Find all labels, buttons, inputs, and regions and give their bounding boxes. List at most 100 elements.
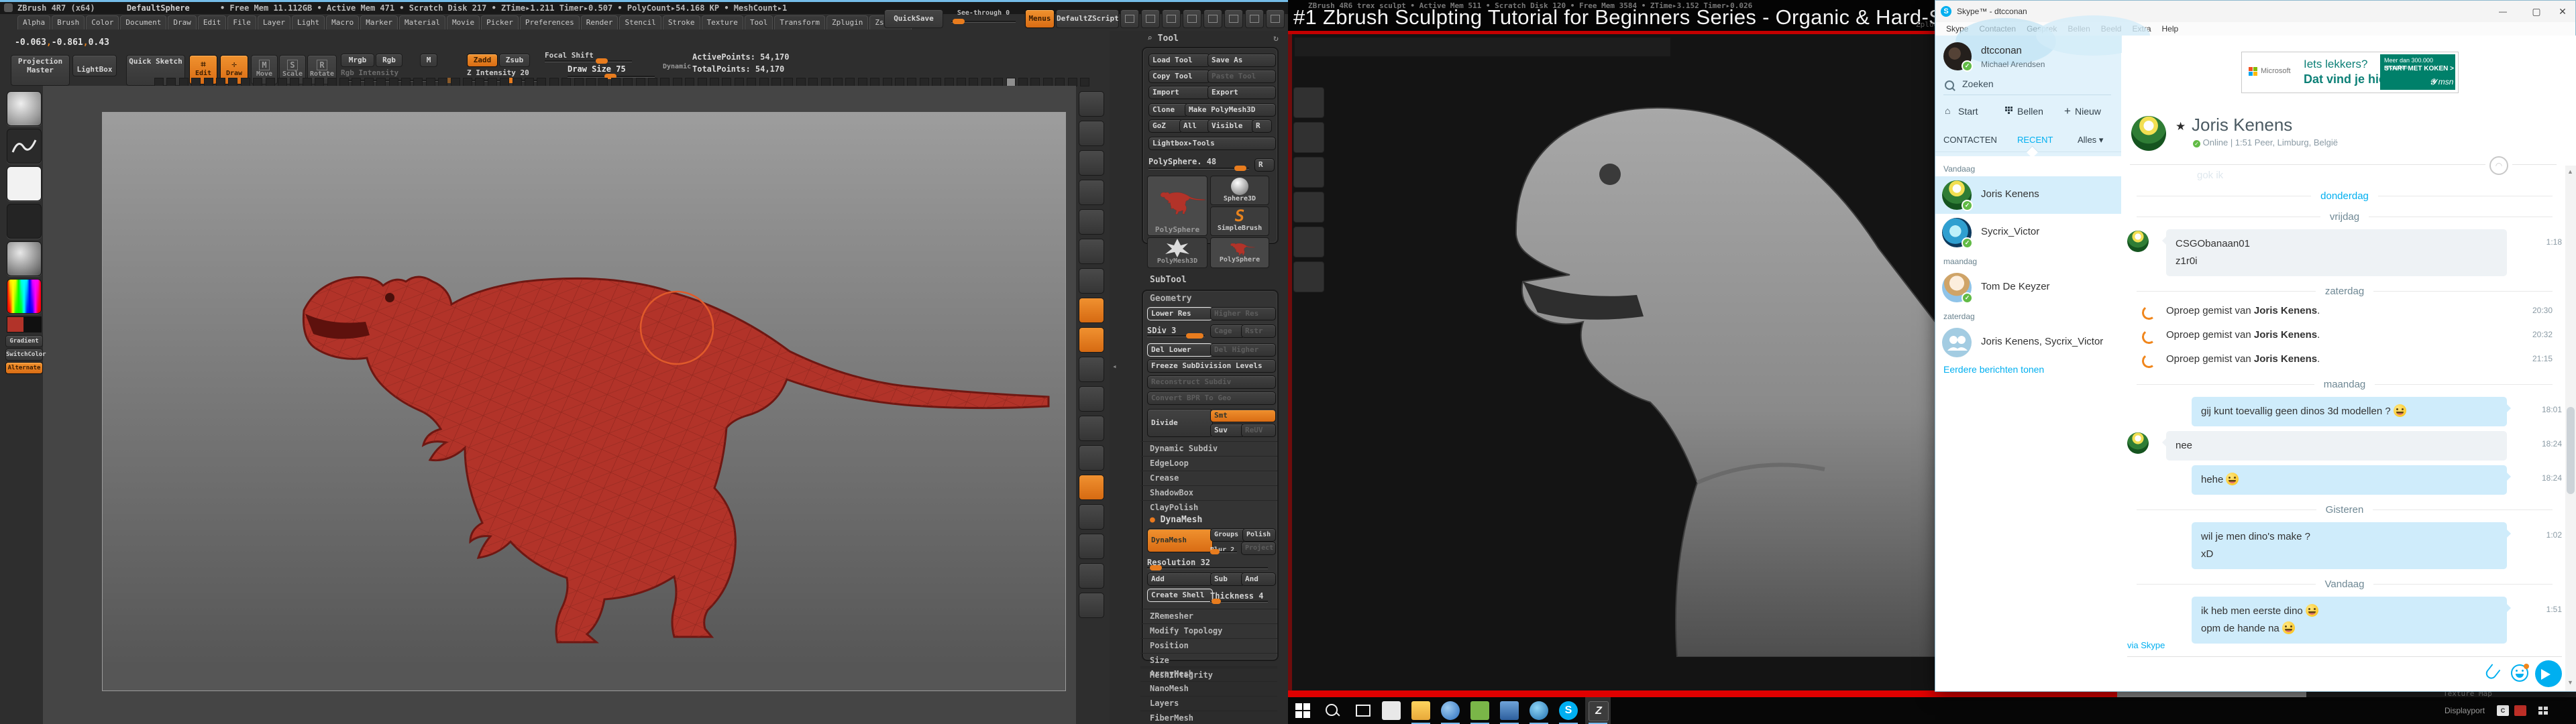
focal-shift-knob[interactable] [596, 58, 608, 64]
rgb-intensity-slider[interactable]: Rgb Intensity [341, 68, 455, 77]
paste-tool-button[interactable]: Paste Tool [1208, 70, 1276, 83]
subtool-section[interactable]: SubTool [1150, 275, 1187, 285]
zadd-button[interactable]: Zadd [467, 54, 498, 67]
visible-button[interactable]: Visible [1208, 119, 1254, 133]
reuv-button[interactable]: ReUV [1241, 424, 1276, 437]
nav-forward-icon[interactable] [1141, 9, 1160, 28]
blur-knob[interactable] [1210, 549, 1220, 554]
menu-transform[interactable]: Transform [774, 15, 825, 29]
favorite-star-icon[interactable]: ★ [2176, 120, 2186, 133]
add-button[interactable]: Add [1147, 572, 1213, 586]
ad-banner[interactable]: Microsoft Iets lekkers? Dat vind je hier… [2241, 52, 2459, 93]
menu-stencil[interactable]: Stencil [619, 15, 661, 29]
dynamesh-button[interactable]: DynaMesh [1147, 528, 1213, 552]
menu-light[interactable]: Light [292, 15, 325, 29]
blur-slider[interactable]: Blur 2 [1210, 542, 1237, 554]
z-intensity-slider[interactable]: Z Intensity 20 [467, 68, 539, 77]
alpha-thumbnail[interactable] [7, 166, 42, 201]
lock-icon[interactable] [1203, 9, 1222, 28]
thickness-slider[interactable]: Thickness 4 [1210, 589, 1268, 601]
right-shelf-icon[interactable] [1079, 180, 1104, 205]
projection-master-button[interactable]: Projection Master [11, 55, 70, 86]
menu-render[interactable]: Render [581, 15, 619, 29]
resolution-knob[interactable] [1150, 565, 1162, 570]
geometry-section[interactable]: Geometry [1150, 294, 1192, 304]
green-app[interactable] [1470, 701, 1489, 720]
palette-section-layers[interactable]: Layers [1140, 696, 1277, 710]
contact-row-group[interactable]: Joris Kenens, Sycrix_Victor [1935, 324, 2121, 361]
lower-res-button[interactable]: Lower Res [1147, 307, 1213, 320]
close-doc-icon[interactable] [1266, 9, 1285, 28]
section-shadowbox[interactable]: ShadowBox [1140, 485, 1277, 499]
texture-thumbnail[interactable] [7, 204, 42, 239]
mrgb-button[interactable]: Mrgb [341, 54, 374, 67]
see-through-knob[interactable] [953, 19, 965, 24]
contact-row[interactable]: ✓Tom De Keyzer [1935, 269, 2121, 306]
tab-recent[interactable]: RECENT [2017, 135, 2053, 145]
menu-zplugin[interactable]: Zplugin [826, 15, 868, 29]
tab-contacten[interactable]: CONTACTEN [1943, 135, 1997, 145]
search-button[interactable] [1323, 701, 1342, 720]
palette-restore-icon[interactable]: ↻ [1273, 34, 1279, 44]
right-shelf-icon[interactable] [1079, 121, 1104, 146]
reconstruct-subdiv-button[interactable]: Reconstruct Subdiv [1147, 375, 1276, 389]
skype-app[interactable]: S [1559, 701, 1578, 720]
message-bubble[interactable]: CSGObanaan01z1r0i [2166, 229, 2507, 276]
right-shelf-icon[interactable] [1079, 504, 1104, 530]
dynamic-label[interactable]: Dynamic [663, 63, 691, 70]
divide-button[interactable]: Divide [1147, 409, 1213, 437]
menu-preferences[interactable]: Preferences [520, 15, 580, 29]
right-shelf-icon[interactable] [1079, 593, 1104, 618]
contact-avatar-large[interactable] [2131, 116, 2166, 151]
tray-collapse-arrow[interactable]: ◂ [1112, 362, 1117, 371]
active-tool-slider[interactable]: PolySphere. 48 R [1148, 154, 1268, 167]
quicksave-button[interactable]: QuickSave [884, 9, 943, 28]
gradient-toggle[interactable]: Gradient [5, 335, 43, 347]
skype-menu-help[interactable]: Help [2162, 22, 2179, 36]
del-lower-button[interactable]: Del Lower [1147, 343, 1213, 357]
del-higher-button[interactable]: Del Higher [1210, 343, 1276, 357]
menu-brush[interactable]: Brush [52, 15, 85, 29]
menu-color[interactable]: Color [86, 15, 119, 29]
all-button[interactable]: All [1179, 119, 1212, 133]
message-bubble[interactable]: ik heb men eerste dinoopm de hande na [2192, 597, 2507, 644]
tool-r-button[interactable]: R [1254, 158, 1275, 172]
skype-titlebar[interactable]: S Skype™ - dtcconan — ▢ ✕ [1935, 1, 2575, 22]
menu-material[interactable]: Material [399, 15, 445, 29]
emoticon-picker-icon[interactable] [2511, 664, 2528, 682]
focal-shift-slider[interactable]: Focal Shift [545, 51, 632, 60]
chat-scrollbar[interactable]: ▲ ▼ [2565, 166, 2576, 691]
make-polymesh3d-button[interactable]: Make PolyMesh3D [1185, 103, 1276, 117]
nav-bellen[interactable]: Bellen [2017, 106, 2043, 117]
start-button[interactable] [1293, 701, 1312, 720]
menus-toggle-button[interactable]: Menus [1025, 9, 1055, 28]
menu-alpha[interactable]: Alpha [17, 15, 50, 29]
dynamesh-section[interactable]: ● DynaMesh [1150, 515, 1202, 525]
material-thumbnail[interactable] [7, 241, 42, 276]
right-shelf-icon[interactable] [1079, 268, 1104, 294]
right-shelf-icon[interactable] [1079, 386, 1104, 412]
scroll-down-arrow[interactable]: ▼ [2567, 679, 2573, 686]
right-shelf-icon[interactable] [1079, 239, 1104, 264]
lightbox-button[interactable]: LightBox [72, 55, 117, 76]
sub-button[interactable]: Sub [1210, 572, 1245, 586]
menu-edit[interactable]: Edit [198, 15, 227, 29]
freeze-subdivision-button[interactable]: Freeze SubDivision Levels [1147, 359, 1276, 373]
browser-app[interactable] [1441, 701, 1460, 720]
active-tool-thumbnail[interactable]: PolySphere [1147, 176, 1208, 236]
right-shelf-icon[interactable] [1079, 445, 1104, 471]
right-shelf-active-toggle[interactable] [1079, 298, 1104, 323]
zsub-button[interactable]: Zsub [499, 54, 530, 67]
right-shelf-icon[interactable] [1079, 534, 1104, 559]
right-shelf-active-toggle[interactable] [1079, 327, 1104, 353]
suv-button[interactable]: Suv [1210, 424, 1245, 437]
scroll-up-arrow[interactable]: ▲ [2567, 168, 2573, 175]
default-zscript-button[interactable]: DefaultZScript [1056, 9, 1119, 28]
m-button[interactable]: M [420, 54, 437, 67]
palette-section-fibermesh[interactable]: FiberMesh [1140, 711, 1277, 724]
lightbox-tools-button[interactable]: Lightbox▸Tools [1148, 137, 1276, 150]
palette-section-arraymesh[interactable]: ArrayMesh [1140, 666, 1277, 680]
stroke-type-thumbnail[interactable] [7, 129, 42, 164]
thickness-knob[interactable] [1212, 599, 1221, 604]
tray-red-app-icon[interactable] [2514, 705, 2526, 716]
